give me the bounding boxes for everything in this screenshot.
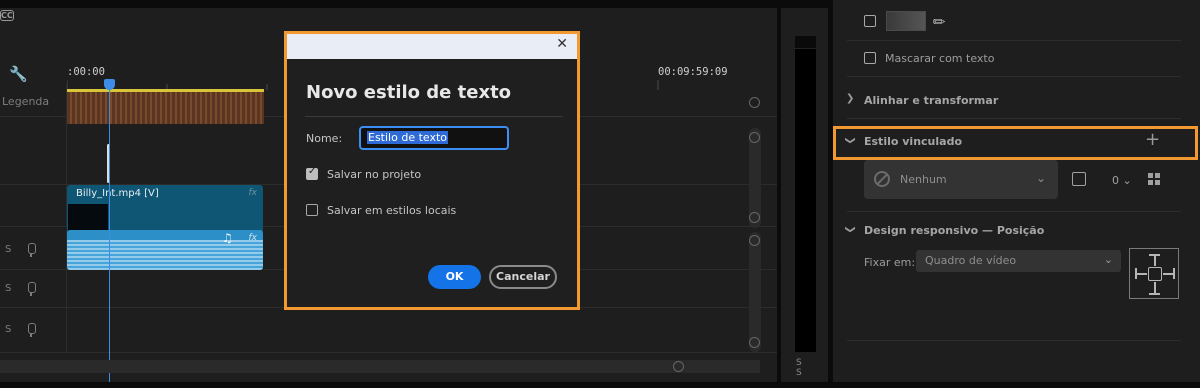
audio-track-3: S <box>0 308 777 353</box>
pin-to-dropdown[interactable]: Quadro de vídeo ⌄ <box>916 250 1121 272</box>
horizontal-scrollbar[interactable] <box>0 360 760 373</box>
scroll-handle[interactable] <box>749 132 760 143</box>
video-clip[interactable]: Billy_Int.mp4 [V] fx <box>67 185 263 234</box>
style-name-input[interactable]: Estilo de texto <box>359 126 509 150</box>
style-count[interactable]: 0 ⌄ <box>1112 174 1132 187</box>
audio-level-meter <box>795 36 816 352</box>
add-style-button[interactable]: + <box>1145 129 1160 150</box>
responsive-design-section[interactable]: Design responsivo — Posição <box>864 224 1044 237</box>
divider <box>847 40 1181 41</box>
ruler-timecode-end: 00:09:59:09 <box>658 66 728 78</box>
close-icon[interactable]: ✕ <box>556 36 568 52</box>
save-local-label: Salvar em estilos locais <box>327 204 457 217</box>
track-header: S <box>0 230 67 269</box>
color-swatch[interactable] <box>886 11 926 31</box>
save-in-project-label: Salvar no projeto <box>327 168 422 181</box>
linked-style-dropdown[interactable]: Nenhum ⌄ <box>864 160 1058 199</box>
ok-button[interactable]: OK <box>428 265 481 289</box>
none-icon <box>874 171 890 187</box>
fx-badge: fx <box>248 188 258 198</box>
solo-toggle[interactable]: S <box>5 324 11 335</box>
eyedropper-icon[interactable]: ✎ <box>928 11 950 33</box>
chevron-down-icon[interactable]: ❯ <box>845 225 856 233</box>
cancel-button[interactable]: Cancelar <box>489 265 557 289</box>
caption-clip[interactable] <box>67 92 264 124</box>
style-count-value: 0 <box>1112 174 1119 187</box>
divider <box>847 211 1181 212</box>
audio-meters-panel: S S <box>781 8 828 382</box>
scroll-handle[interactable] <box>749 235 760 246</box>
chevron-down-icon: ⌄ <box>1103 253 1113 266</box>
background-checkbox[interactable] <box>864 15 876 27</box>
align-transform-section[interactable]: Alinhar e transformar <box>864 94 998 107</box>
linked-style-value: Nenhum <box>900 173 947 186</box>
linked-style-section[interactable]: Estilo vinculado <box>864 135 962 148</box>
track-header: Legenda <box>0 84 67 116</box>
track-header <box>0 185 67 226</box>
wrench-icon[interactable]: 🔧 <box>9 65 28 83</box>
pin-to-value: Quadro de vídeo <box>925 254 1017 267</box>
divider <box>847 76 1181 77</box>
pin-anchor-widget[interactable] <box>1129 248 1179 299</box>
style-name-value: Estilo de texto <box>367 131 449 144</box>
save-in-project-checkbox[interactable]: ✓ <box>306 166 318 180</box>
fx-badge: fx <box>248 233 258 243</box>
scroll-handle[interactable] <box>673 361 684 372</box>
checkmark-icon: ✓ <box>308 166 317 177</box>
chevron-down-icon: ⌄ <box>1035 171 1046 185</box>
video-thumbnail <box>68 204 108 233</box>
new-text-style-dialog: ✕ Novo estilo de texto Nome: Estilo de t… <box>287 34 577 307</box>
microphone-icon[interactable] <box>27 323 36 337</box>
audio-waveform <box>67 240 263 270</box>
playhead-line <box>109 88 110 382</box>
audio-clip[interactable]: ♫ fx <box>67 230 263 270</box>
ruler-timecode-start: :00:00 <box>67 66 105 78</box>
music-note-icon: ♫ <box>222 231 233 245</box>
dialog-title: Novo estilo de texto <box>306 82 512 103</box>
mask-with-text-label: Mascarar com texto <box>885 52 995 65</box>
scroll-handle[interactable] <box>749 337 760 348</box>
microphone-icon[interactable] <box>27 282 36 296</box>
save-local-checkbox[interactable] <box>306 204 318 216</box>
track-header: S <box>0 308 67 352</box>
caption-track-label: Legenda <box>2 95 50 108</box>
solo-toggle[interactable]: S <box>5 283 11 294</box>
video-clip-name: Billy_Int.mp4 [V] <box>76 188 159 199</box>
divider <box>847 340 1181 341</box>
dialog-titlebar[interactable]: ✕ <box>287 34 577 59</box>
microphone-icon[interactable] <box>27 243 36 257</box>
scroll-handle[interactable] <box>749 97 760 108</box>
meter-solo-buttons[interactable]: S S <box>796 358 828 378</box>
track-header: S <box>0 270 67 307</box>
pin-to-label: Fixar em: <box>864 256 916 269</box>
scroll-handle[interactable] <box>749 212 760 223</box>
pin-center-box[interactable] <box>1148 267 1162 281</box>
vertical-scrollbar[interactable] <box>749 232 761 352</box>
properties-panel: ✎ Mascarar com texto ❯ Alinhar e transfo… <box>833 0 1200 382</box>
name-label: Nome: <box>306 132 343 145</box>
mask-with-text-checkbox[interactable] <box>864 52 876 64</box>
chevron-down-icon[interactable]: ❯ <box>845 136 856 144</box>
solo-toggle[interactable]: S <box>5 244 11 255</box>
track-header <box>0 117 67 184</box>
divider <box>847 118 1181 119</box>
closed-captions-icon[interactable]: CC <box>0 10 14 21</box>
divider <box>305 116 563 117</box>
sync-style-icon[interactable] <box>1072 172 1086 186</box>
chevron-right-icon[interactable]: ❯ <box>846 93 854 104</box>
